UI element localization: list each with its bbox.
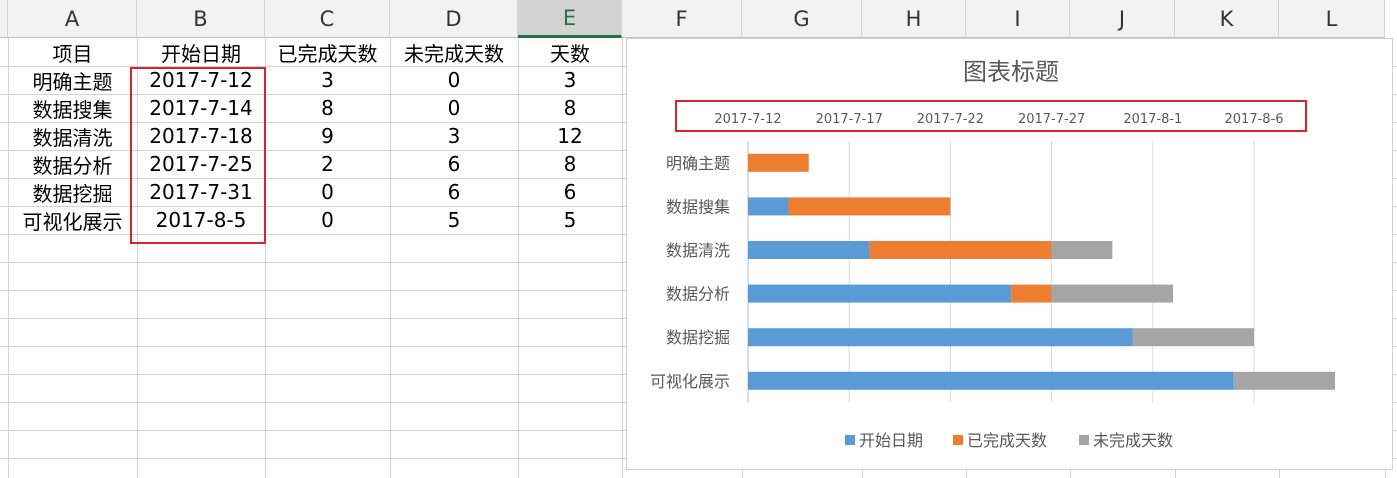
column-header-g[interactable]: G <box>742 0 862 38</box>
table-cell[interactable]: 3 <box>390 122 518 150</box>
column-header-c[interactable]: C <box>265 0 390 38</box>
category-label: 数据分析 <box>666 285 730 304</box>
bar-remaining-days <box>1051 284 1174 303</box>
x-tick-label: 2017-7-17 <box>816 112 883 127</box>
legend-label: 未完成天数 <box>1093 431 1173 450</box>
table-cell[interactable]: 8 <box>518 150 622 178</box>
x-tick-label: 2017-8-1 <box>1123 112 1182 127</box>
column-header-d[interactable]: D <box>390 0 518 38</box>
column-header-f[interactable]: F <box>622 0 742 38</box>
category-label: 数据挖掘 <box>666 328 730 347</box>
table-cell[interactable]: 0 <box>265 206 390 234</box>
header-cell[interactable]: 项目 <box>8 38 137 66</box>
column-header-k[interactable]: K <box>1175 0 1279 38</box>
column-header-b[interactable]: B <box>137 0 265 38</box>
table-cell[interactable]: 9 <box>265 122 390 150</box>
category-label: 数据清洗 <box>666 241 730 260</box>
table-cell[interactable]: 明确主题 <box>8 66 137 94</box>
bar-remaining-days <box>1051 241 1113 259</box>
header-cell[interactable]: 已完成天数 <box>265 38 390 66</box>
legend-swatch <box>1079 435 1089 445</box>
bar-start-date <box>748 241 870 259</box>
category-label: 明确主题 <box>666 154 730 173</box>
table-cell[interactable]: 数据清洗 <box>8 122 137 150</box>
table-cell[interactable]: 12 <box>518 122 622 150</box>
legend-label: 已完成天数 <box>967 431 1047 450</box>
table-cell[interactable]: 0 <box>265 178 390 206</box>
legend-label: 开始日期 <box>859 431 923 450</box>
bar-start-date <box>748 284 1012 303</box>
chart-title: 图表标题 <box>963 58 1059 86</box>
legend-swatch <box>953 435 963 445</box>
bar-completed-days <box>1011 284 1052 303</box>
table-cell[interactable]: 8 <box>265 94 390 122</box>
table-cell[interactable]: 6 <box>390 178 518 206</box>
x-tick-label: 2017-8-6 <box>1225 112 1284 127</box>
column-header-i[interactable]: I <box>966 0 1070 38</box>
header-cell[interactable]: 未完成天数 <box>390 38 518 66</box>
bar-completed-days <box>748 153 809 172</box>
start-date-highlight-box <box>130 67 266 244</box>
bar-completed-days <box>869 241 1052 259</box>
table-cell[interactable]: 3 <box>518 66 622 94</box>
column-header-h[interactable]: H <box>862 0 966 38</box>
header-cell[interactable]: 天数 <box>518 38 622 66</box>
table-cell[interactable]: 6 <box>390 150 518 178</box>
column-header-a[interactable]: A <box>8 0 137 38</box>
gantt-chart[interactable]: 图表标题 2017-7-12 2017-7-17 2017-7-22 2017-7-27… <box>626 38 1393 470</box>
table-cell[interactable]: 数据搜集 <box>8 94 137 122</box>
x-tick-label: 2017-7-22 <box>917 112 984 127</box>
category-label: 数据搜集 <box>666 197 730 216</box>
column-header-l[interactable]: L <box>1279 0 1385 38</box>
table-cell[interactable]: 3 <box>265 66 390 94</box>
table-cell[interactable]: 6 <box>518 178 622 206</box>
column-header-j[interactable]: J <box>1070 0 1175 38</box>
select-all-corner[interactable] <box>0 0 8 38</box>
header-cell[interactable]: 开始日期 <box>137 38 265 66</box>
table-cell[interactable]: 8 <box>518 94 622 122</box>
table-cell[interactable]: 5 <box>518 206 622 234</box>
column-gridline <box>622 38 623 478</box>
bar-completed-days <box>788 197 951 216</box>
bar-remaining-days <box>1233 371 1335 390</box>
chart-canvas: 图表标题 2017-7-12 2017-7-17 2017-7-22 2017-7-27… <box>650 58 1335 450</box>
bar-start-date <box>748 371 1234 390</box>
x-tick-label: 2017-7-12 <box>714 112 781 127</box>
table-cell[interactable]: 5 <box>390 206 518 234</box>
table-cell[interactable]: 可视化展示 <box>8 206 137 234</box>
legend-swatch <box>845 435 855 445</box>
table-cell[interactable]: 0 <box>390 66 518 94</box>
table-cell[interactable]: 数据分析 <box>8 150 137 178</box>
bar-remaining-days <box>1132 328 1255 347</box>
bar-start-date <box>748 197 789 216</box>
bar-start-date <box>748 328 1133 347</box>
category-label: 可视化展示 <box>650 372 730 391</box>
table-cell[interactable]: 2 <box>265 150 390 178</box>
column-header-e[interactable]: E <box>518 0 622 38</box>
table-cell[interactable]: 0 <box>390 94 518 122</box>
table-cell[interactable]: 数据挖掘 <box>8 178 137 206</box>
x-tick-label: 2017-7-27 <box>1018 112 1085 127</box>
